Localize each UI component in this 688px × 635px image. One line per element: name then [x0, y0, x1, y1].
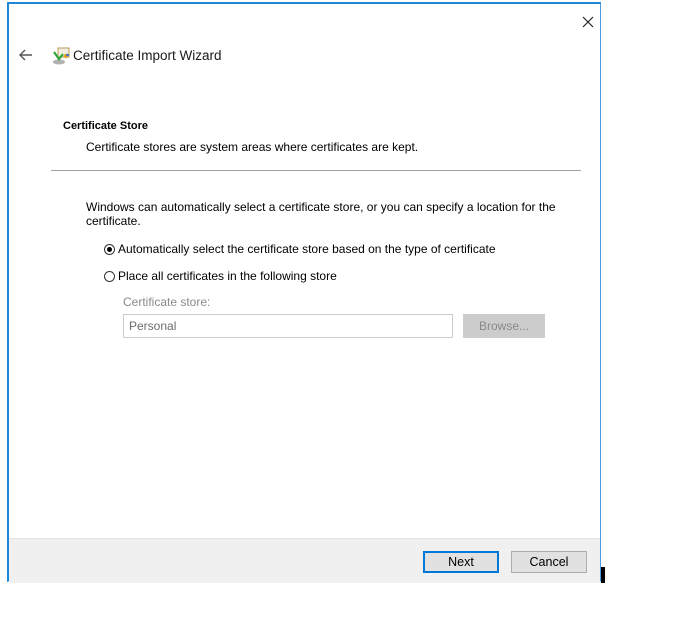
section-title: Certificate Store	[63, 120, 148, 132]
back-button[interactable]	[17, 47, 35, 63]
certificate-store-label: Certificate store:	[123, 295, 211, 309]
radio-auto-select[interactable]: Automatically select the certificate sto…	[104, 242, 496, 256]
wizard-footer: Next Cancel	[9, 538, 600, 583]
radio-auto-select-label: Automatically select the certificate sto…	[118, 242, 496, 256]
back-arrow-icon	[19, 49, 32, 61]
certificate-import-wizard-dialog: Certificate Import Wizard Certificate St…	[7, 2, 601, 583]
header-separator	[51, 170, 581, 171]
browse-button[interactable]: Browse...	[463, 314, 545, 338]
radio-button-unchecked[interactable]	[104, 270, 115, 282]
next-button[interactable]: Next	[423, 551, 499, 573]
radio-place-in-store[interactable]: Place all certificates in the following …	[104, 269, 337, 283]
intro-text: Windows can automatically select a certi…	[86, 200, 556, 228]
certificate-store-input[interactable]	[123, 314, 453, 338]
close-button[interactable]	[577, 12, 599, 32]
cancel-button[interactable]: Cancel	[511, 551, 587, 573]
background-artifact	[601, 567, 605, 583]
section-description: Certificate stores are system areas wher…	[86, 140, 419, 154]
certificate-wizard-icon	[51, 46, 71, 66]
close-icon	[582, 16, 594, 28]
wizard-title: Certificate Import Wizard	[73, 48, 222, 63]
radio-button-checked[interactable]	[104, 243, 115, 255]
radio-place-in-store-label: Place all certificates in the following …	[118, 269, 337, 283]
